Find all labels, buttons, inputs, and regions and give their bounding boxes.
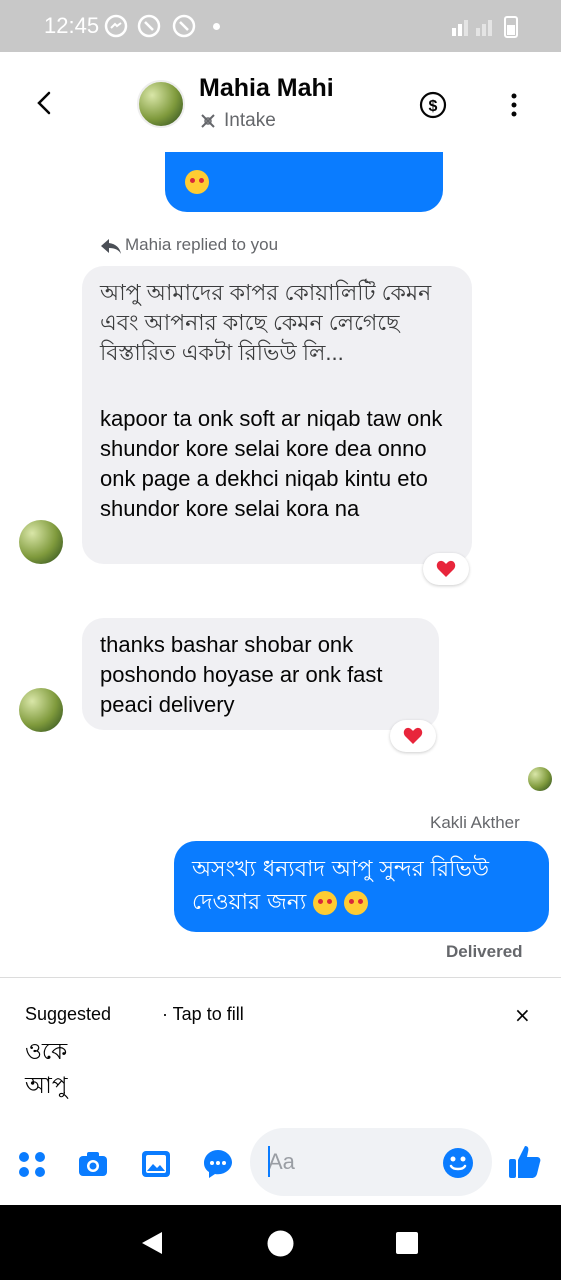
tap-to-fill-label: · Tap to fill [162,1004,244,1024]
heart-reaction-2[interactable] [390,720,436,752]
intake-icon [201,114,215,128]
emoji-icon[interactable] [441,1146,475,1180]
more-vert-icon[interactable] [504,90,524,120]
status-bar: 12:45 [0,0,561,52]
notification-dot [213,23,220,30]
back-icon[interactable] [30,88,60,118]
battery-icon [504,16,518,38]
message-input[interactable] [268,1148,428,1176]
dnd-icon-2 [172,14,196,38]
heart-icon-2 [403,727,423,744]
quoted-message-text: আপু আমাদের কাপর কোয়ালিটি কেমন এবং আপনার… [100,280,432,365]
chat-bubble-icon[interactable] [202,1148,234,1180]
contact-status[interactable]: Intake [224,110,276,132]
contact-name[interactable]: Mahia Mahi [199,74,334,103]
contact-avatar[interactable] [137,80,185,128]
outgoing-message-text: অসংখ্য ধন্যবাদ আপু সুন্দর রিভিউ দেওয়ার … [192,857,489,915]
heart-reaction[interactable] [423,553,469,585]
sender-name: Kakli Akther [430,813,520,832]
chat-header: Mahia Mahi Intake $ [0,52,561,152]
replied-label: Mahia replied to you [125,235,279,254]
incoming-message-bubble[interactable]: thanks bashar shobar onk poshondo hoyase… [82,618,439,730]
like-icon[interactable] [508,1144,542,1180]
payment-icon[interactable]: $ [418,90,448,120]
nav-home-icon[interactable] [267,1230,294,1257]
status-time: 12:45 [44,13,100,38]
heart-eyes-emoji-icon [313,891,338,915]
incoming-message-text: thanks bashar shobar onk poshondo hoyase… [100,632,383,717]
reply-arrow-icon [101,239,121,254]
reply-message-bubble[interactable]: kapoor ta onk soft ar niqab taw onk shun… [82,390,472,564]
suggestion-item[interactable]: আপু [25,1067,67,1106]
heart-icon [436,560,456,577]
divider [0,977,561,978]
delivery-status: Delivered [446,942,523,961]
system-nav-bar [0,1205,561,1280]
smiling-hearts-emoji-icon [185,170,209,194]
text-caret [268,1146,270,1177]
svg-text:$: $ [429,98,438,115]
reply-message-text: kapoor ta onk soft ar niqab taw onk shun… [100,406,443,521]
outgoing-message-bubble[interactable]: অসংখ্য ধন্যবাদ আপু সুন্দর রিভিউ দেওয়ার … [174,841,549,932]
nav-recents-icon[interactable] [396,1232,418,1254]
nav-back-icon[interactable] [140,1230,164,1256]
dnd-icon [137,14,161,38]
signal-icon [452,20,492,36]
smiling-hearts-emoji-icon-2 [344,891,369,915]
sender-avatar-2[interactable] [19,688,63,732]
suggested-label: Suggested [25,1004,112,1024]
apps-grid-icon[interactable] [16,1148,48,1180]
camera-icon[interactable] [77,1148,109,1180]
gallery-icon[interactable] [140,1148,172,1180]
close-suggestions-icon[interactable]: × [514,1003,531,1027]
sender-avatar[interactable] [19,520,63,564]
messenger-notification-icon [104,14,128,38]
seen-avatar [528,767,552,791]
